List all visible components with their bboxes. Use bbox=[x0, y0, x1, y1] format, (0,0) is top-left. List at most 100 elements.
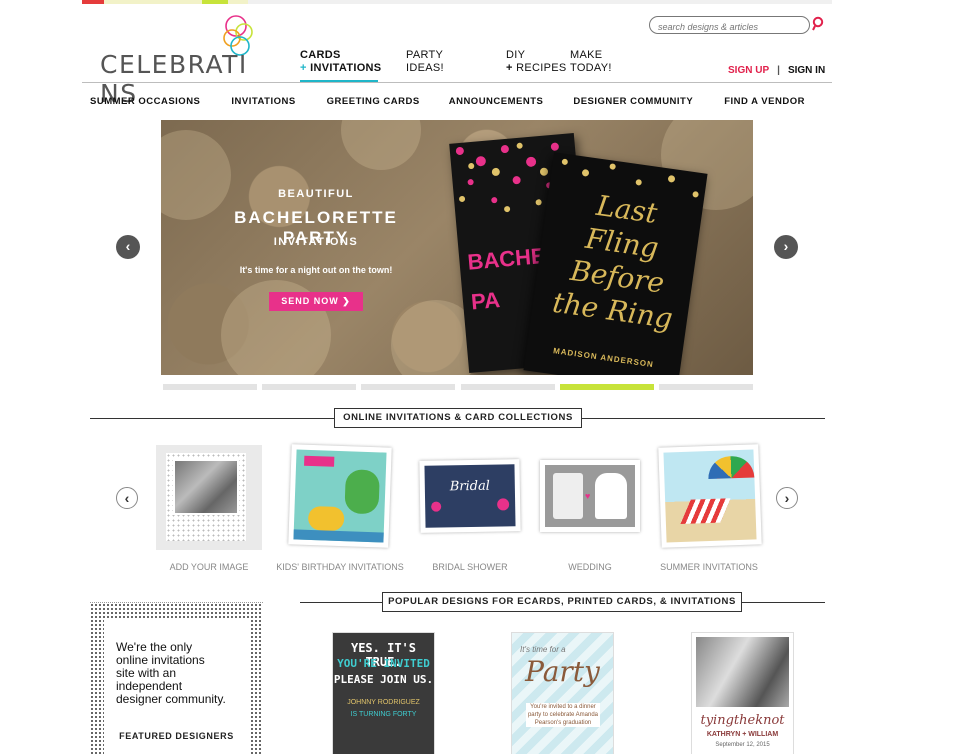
bunting bbox=[304, 455, 335, 467]
bokeh-light bbox=[341, 120, 421, 170]
hero-kicker: BEAUTIFUL bbox=[278, 188, 354, 200]
dinosaur-green bbox=[344, 469, 380, 515]
card-script: tyingtheknot bbox=[700, 713, 785, 728]
summer-card-art bbox=[663, 449, 757, 543]
card-names: KATHRYN + WILLIAM bbox=[706, 731, 779, 738]
card-detail: IS TURNING FORTY bbox=[350, 711, 417, 718]
auth-separator: | bbox=[777, 65, 780, 76]
add-your-image-label[interactable]: ADD YOUR IMAGE bbox=[156, 562, 262, 572]
summer-invitations-thumb[interactable] bbox=[658, 444, 762, 548]
search-icon[interactable] bbox=[812, 16, 826, 32]
flower bbox=[431, 501, 442, 512]
featured-text: We're the only online invitations site w… bbox=[116, 641, 226, 706]
top-color-strip bbox=[82, 0, 832, 4]
sign-in-link[interactable]: SIGN IN bbox=[788, 65, 825, 76]
featured-inner: We're the only online invitations site w… bbox=[104, 619, 249, 754]
popular-card-party[interactable]: It's time for a Party You're invited to … bbox=[512, 633, 613, 754]
carousel-dot[interactable] bbox=[163, 384, 257, 390]
subnav-greeting-cards[interactable]: GREETING CARDS bbox=[327, 96, 420, 107]
nav-make-line2: TODAY! bbox=[570, 62, 612, 74]
nav-plus-sign: + bbox=[506, 62, 513, 74]
nav-party-ideas[interactable]: PARTY IDEAS! bbox=[406, 49, 462, 75]
site-logo[interactable]: CELEBRATI NS bbox=[100, 14, 280, 108]
couple-photo bbox=[696, 637, 789, 707]
card-line: PLEASE JOIN US. bbox=[333, 673, 434, 686]
card-line: YOU'RE INVITED bbox=[337, 657, 430, 670]
card-name: MADISON ANDERSON bbox=[552, 346, 655, 370]
nav-cards-invitations[interactable]: CARDS + INVITATIONS bbox=[300, 49, 406, 75]
hero-tagline: It's time for a night out on the town! bbox=[239, 265, 393, 275]
subnav-designer-community[interactable]: DESIGNER COMMUNITY bbox=[573, 96, 693, 107]
featured-line: online invitations bbox=[116, 653, 205, 667]
send-now-button[interactable]: SEND NOW ❯ bbox=[269, 292, 363, 311]
collections-prev-arrow[interactable]: ‹ bbox=[116, 487, 138, 509]
kids-birthday-thumb[interactable] bbox=[288, 444, 392, 548]
bridal-card-art: Bridal bbox=[424, 464, 516, 528]
featured-line: site with an bbox=[116, 666, 177, 680]
bridal-shower-label[interactable]: BRIDAL SHOWER bbox=[420, 562, 520, 572]
heart-icon: ♥ bbox=[585, 491, 591, 501]
popular-card-forty[interactable]: YES. IT'S TRUE. YOU'RE INVITED PLEASE JO… bbox=[333, 633, 434, 754]
card-name: JOHNNY RODRIGUEZ bbox=[347, 699, 420, 706]
bridal-shower-thumb[interactable]: Bridal bbox=[419, 459, 521, 533]
add-your-image-thumb[interactable] bbox=[156, 445, 262, 550]
popular-heading: POPULAR DESIGNS FOR ECARDS, PRINTED CARD… bbox=[382, 592, 742, 612]
dinosaur-yellow bbox=[307, 505, 345, 532]
bridal-script: Bridal bbox=[449, 478, 491, 495]
card-script: It's time for a bbox=[520, 645, 566, 654]
beach-chair bbox=[680, 498, 731, 525]
tuxedo-shape bbox=[553, 473, 583, 519]
subnav-invitations[interactable]: INVITATIONS bbox=[231, 96, 295, 107]
nav-make-line1: MAKE bbox=[570, 49, 603, 61]
card-detail: You're invited to a dinner party to cele… bbox=[526, 703, 600, 727]
chevron-right-icon: › bbox=[783, 238, 789, 254]
card-big-script: Party bbox=[525, 655, 600, 688]
photo-card bbox=[166, 453, 246, 541]
hero-next-arrow[interactable]: › bbox=[774, 235, 798, 259]
subnav-announcements[interactable]: ANNOUNCEMENTS bbox=[449, 96, 544, 107]
flower bbox=[497, 498, 510, 511]
featured-line: independent bbox=[116, 679, 183, 693]
beach-umbrella bbox=[707, 455, 755, 480]
carousel-dot[interactable] bbox=[262, 384, 357, 390]
photo-image bbox=[173, 459, 239, 515]
hero-subtitle: INVITATIONS bbox=[273, 236, 359, 248]
wedding-card-art: ♥ bbox=[545, 465, 635, 527]
carousel-dot[interactable] bbox=[460, 384, 555, 390]
nav-party-line2: IDEAS! bbox=[406, 62, 444, 74]
collections-heading: ONLINE INVITATIONS & CARD COLLECTIONS bbox=[334, 408, 582, 428]
carousel-dot-active[interactable] bbox=[559, 384, 654, 390]
chevron-left-icon: ‹ bbox=[124, 490, 130, 506]
kids-birthday-label[interactable]: KIDS' BIRTHDAY INVITATIONS bbox=[276, 562, 404, 572]
carousel-dot[interactable] bbox=[361, 384, 456, 390]
nav-party-line1: PARTY bbox=[406, 49, 444, 61]
featured-line: We're the only bbox=[116, 640, 193, 654]
nav-cards-line2: INVITATIONS bbox=[310, 62, 382, 74]
featured-designers-link[interactable]: FEATURED DESIGNERS bbox=[104, 731, 249, 741]
popular-card-wedding[interactable]: tyingtheknot KATHRYN + WILLIAM September… bbox=[692, 633, 793, 754]
subnav-find-a-vendor[interactable]: FIND A VENDOR bbox=[724, 96, 805, 107]
summer-invitations-label[interactable]: SUMMER INVITATIONS bbox=[656, 562, 762, 572]
carousel-dot[interactable] bbox=[658, 384, 753, 390]
dress-shape bbox=[595, 473, 627, 519]
search-input[interactable] bbox=[658, 19, 808, 35]
card-date: September 12, 2015 bbox=[715, 742, 770, 748]
hero-prev-arrow[interactable]: ‹ bbox=[116, 235, 140, 259]
card-script-text: Last Fling Before the Ring bbox=[550, 188, 675, 336]
hero-banner[interactable]: BEAUTIFUL BACHELORETTE PARTY INVITATIONS… bbox=[161, 120, 753, 375]
invitation-card-front: Last Fling Before the Ring MADISON ANDER… bbox=[523, 152, 708, 375]
nav-plus-sign: + bbox=[300, 62, 307, 74]
sign-up-link[interactable]: SIGN UP bbox=[728, 65, 769, 76]
main-nav: CARDS + INVITATIONS PARTY IDEAS! DIY + R… bbox=[300, 49, 650, 75]
chevron-left-icon: ‹ bbox=[125, 238, 131, 254]
nav-make-today[interactable]: MAKE TODAY! bbox=[570, 49, 650, 75]
nav-cards-line1: CARDS bbox=[300, 49, 341, 61]
collections-next-arrow[interactable]: › bbox=[776, 487, 798, 509]
featured-designers-panel: We're the only online invitations site w… bbox=[90, 602, 263, 754]
auth-links: SIGN UP | SIGN IN bbox=[728, 65, 825, 76]
wedding-label[interactable]: WEDDING bbox=[540, 562, 640, 572]
subnav-summer-occasions[interactable]: SUMMER OCCASIONS bbox=[90, 96, 200, 107]
wedding-thumb[interactable]: ♥ bbox=[540, 460, 640, 532]
header-divider bbox=[82, 82, 832, 83]
chevron-right-icon: › bbox=[784, 490, 790, 506]
